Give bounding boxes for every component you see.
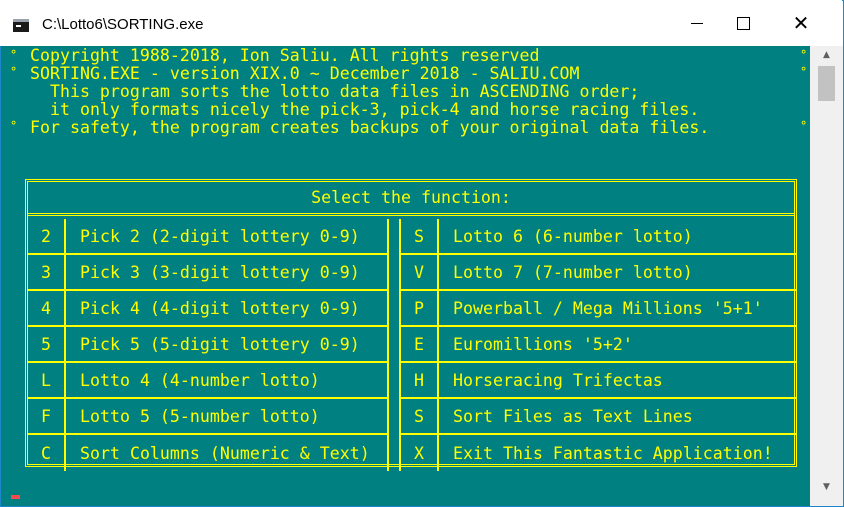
menu-key: H [401,363,439,397]
version-line: SORTING.EXE - version XIX.0 ~ December 2… [30,64,580,83]
menu-label: Lotto 6 (6-number lotto) [453,226,693,246]
border-marker: ° [800,48,808,62]
menu-label: Lotto 4 (4-number lotto) [80,370,320,390]
menu-label: Pick 5 (5-digit lottery 0-9) [80,334,360,354]
menu-item-sort-text-lines[interactable]: S Sort Files as Text Lines [399,399,796,435]
chevron-down-icon[interactable]: ▼ [810,478,843,495]
menu-right-column: S Lotto 6 (6-number lotto) V Lotto 7 (7-nu… [399,219,796,471]
border-marker: ° [10,48,18,62]
scrollbar-thumb[interactable] [818,66,835,101]
menu-item-lotto7[interactable]: V Lotto 7 (7-number lotto) [399,255,796,291]
menu-item-powerball[interactable]: P Powerball / Mega Millions '5+1' [399,291,796,327]
backup-note-line: For safety, the program creates backups … [30,118,710,137]
close-button[interactable]: ✕ [772,0,830,46]
menu-key: V [401,255,439,289]
menu-item-pick2[interactable]: 2 Pick 2 (2-digit lottery 0-9) [28,219,389,255]
menu-key: L [28,363,66,397]
chevron-up-icon[interactable]: ▲ [810,46,843,63]
menu-key: 3 [28,255,66,289]
menu-key: 5 [28,327,66,361]
menu-item-euromillions[interactable]: E Euromillions '5+2' [399,327,796,363]
border-marker: ° [800,119,808,133]
console-bottom-strip [1,495,810,506]
menu-label: Pick 2 (2-digit lottery 0-9) [80,226,360,246]
console-area[interactable]: ° ° ° ° ° ° Copyright 1988-2018, Ion Sal… [1,46,810,495]
description-line: This program sorts the lotto data files … [30,82,640,101]
title-bar[interactable]: C:\Lotto6\SORTING.exe ✕ [0,0,842,46]
border-marker: ° [10,65,18,79]
maximize-button[interactable] [714,0,772,46]
menu-key: E [401,327,439,361]
menu-label: Sort Columns (Numeric & Text) [80,443,370,463]
menu-item-pick5[interactable]: 5 Pick 5 (5-digit lottery 0-9) [28,327,389,363]
menu-item-pick4[interactable]: 4 Pick 4 (4-digit lottery 0-9) [28,291,389,327]
menu-title: Select the function: [28,182,794,216]
maximize-icon [736,16,750,30]
menu-key: 2 [28,219,66,253]
menu-key: X [401,435,439,471]
copyright-line: Copyright 1988-2018, Ion Saliu. All righ… [30,46,540,65]
menu-label: Powerball / Mega Millions '5+1' [453,298,763,318]
menu-label: Euromillions '5+2' [453,334,633,354]
menu-key: F [28,399,66,433]
menu-label: Horseracing Trifectas [453,370,663,390]
menu-label: Lotto 7 (7-number lotto) [453,262,693,282]
close-icon: ✕ [792,11,810,35]
menu-item-lotto6[interactable]: S Lotto 6 (6-number lotto) [399,219,796,255]
minimize-icon [691,22,703,24]
border-marker: ° [800,65,808,79]
description-line: it only formats nicely the pick-3, pick-… [30,100,700,119]
console-app-icon [13,19,29,32]
menu-label: Lotto 5 (5-number lotto) [80,406,320,426]
function-menu: Select the function: 2 Pick 2 (2-digit lo… [25,179,797,471]
menu-key: C [28,435,66,471]
menu-key: S [401,399,439,433]
menu-item-lotto4[interactable]: L Lotto 4 (4-number lotto) [28,363,389,399]
menu-key: S [401,219,439,253]
menu-left-column: 2 Pick 2 (2-digit lottery 0-9) 3 Pick 3 (3… [28,219,389,471]
vertical-scrollbar[interactable]: ▲ ▼ [810,46,843,506]
menu-item-horseracing[interactable]: H Horseracing Trifectas [399,363,796,399]
menu-item-exit[interactable]: X Exit This Fantastic Application! [399,435,796,471]
cursor-mark [11,495,20,499]
menu-item-lotto5[interactable]: F Lotto 5 (5-number lotto) [28,399,389,435]
menu-item-pick3[interactable]: 3 Pick 3 (3-digit lottery 0-9) [28,255,389,291]
window-title: C:\Lotto6\SORTING.exe [42,16,204,33]
menu-item-sort-columns[interactable]: C Sort Columns (Numeric & Text) [28,435,389,471]
menu-label: Pick 4 (4-digit lottery 0-9) [80,298,360,318]
menu-label: Pick 3 (3-digit lottery 0-9) [80,262,360,282]
menu-label: Exit This Fantastic Application! [453,443,773,463]
menu-key: 4 [28,291,66,325]
border-marker: ° [10,119,18,133]
menu-key: P [401,291,439,325]
menu-label: Sort Files as Text Lines [453,406,693,426]
